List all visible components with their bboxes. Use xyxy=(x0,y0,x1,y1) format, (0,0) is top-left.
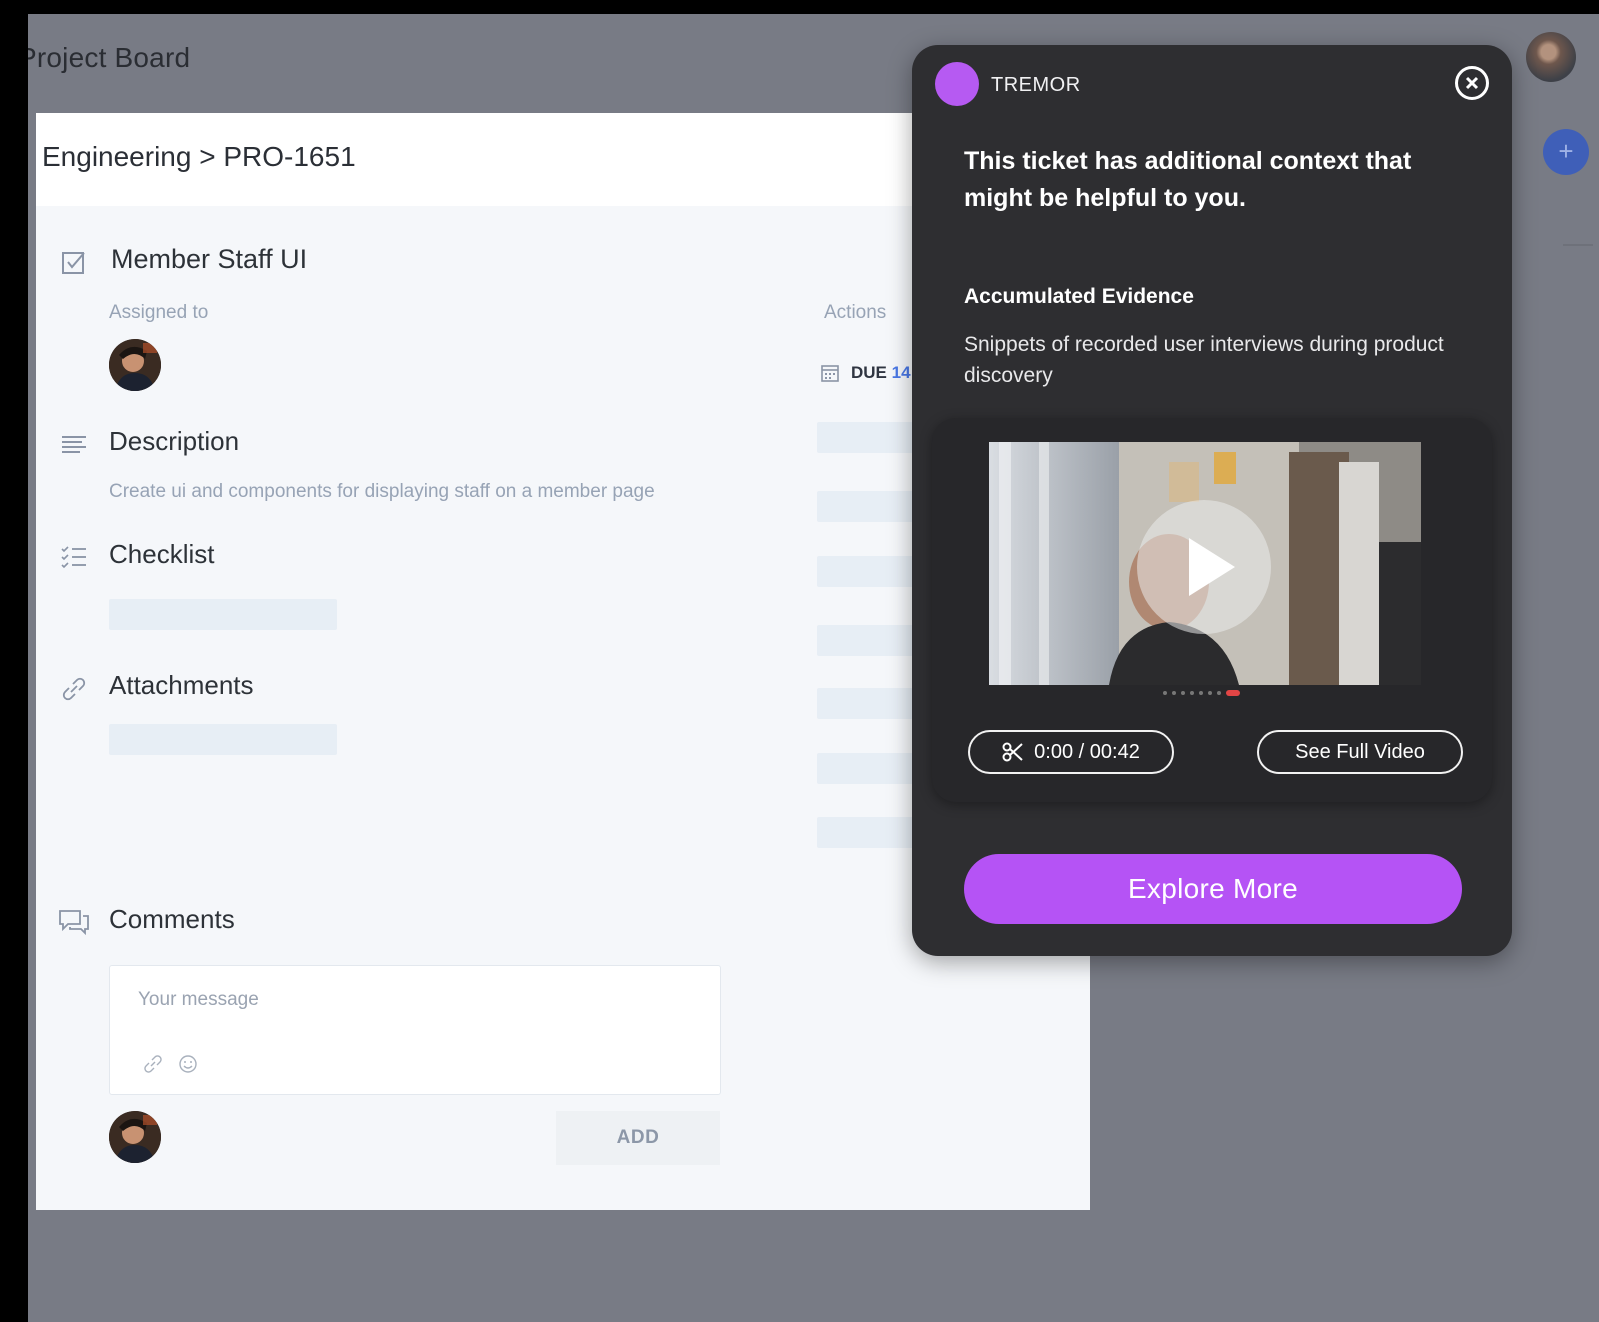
emoji-icon[interactable] xyxy=(178,1054,198,1074)
attach-icon[interactable] xyxy=(143,1054,163,1074)
checkbox-icon xyxy=(62,252,85,274)
checklist-icon xyxy=(61,546,86,569)
clip-time: 0:00 / 00:42 xyxy=(1034,740,1140,763)
evidence-description: Snippets of recorded user interviews dur… xyxy=(964,333,1444,387)
clip-time-button[interactable]: 0:00 / 00:42 xyxy=(968,730,1174,774)
tremor-panel: TREMOR This ticket has additional contex… xyxy=(912,45,1512,956)
actions-label: Actions xyxy=(824,302,887,323)
link-icon xyxy=(62,677,86,701)
ticket-title: Member Staff UI xyxy=(111,244,308,274)
tremor-headline: This ticket has additional context that … xyxy=(964,147,1412,212)
user-avatar[interactable] xyxy=(1526,32,1576,82)
tremor-logo xyxy=(935,62,979,106)
see-full-video-button[interactable]: See Full Video xyxy=(1257,730,1463,774)
action-placeholder xyxy=(817,491,917,522)
assignee-avatar[interactable] xyxy=(109,339,161,391)
video-card: 0:00 / 00:42 See Full Video xyxy=(932,418,1492,802)
calendar-icon xyxy=(821,365,839,382)
video-player[interactable] xyxy=(989,442,1421,685)
due-date[interactable]: DUE 14 xyxy=(851,363,911,383)
play-button[interactable] xyxy=(1137,500,1271,634)
close-icon xyxy=(1465,76,1479,90)
assigned-label: Assigned to xyxy=(109,302,209,323)
action-placeholder xyxy=(817,753,917,784)
description-icon xyxy=(62,436,86,453)
comment-input[interactable] xyxy=(136,988,700,1012)
comments-icon xyxy=(59,910,89,936)
description-title: Description xyxy=(109,426,240,456)
action-placeholder xyxy=(817,625,917,656)
checklist-placeholder xyxy=(109,599,337,630)
commenter-avatar xyxy=(109,1111,161,1163)
video-progress[interactable] xyxy=(1162,690,1242,696)
comments-title: Comments xyxy=(109,904,235,934)
action-placeholder xyxy=(817,556,917,587)
attachments-title: Attachments xyxy=(109,670,254,700)
comment-box[interactable] xyxy=(109,965,721,1095)
app-window: Project Board + Engineering > PRO-1651 M… xyxy=(28,14,1599,1322)
action-placeholder xyxy=(817,817,917,848)
action-placeholder xyxy=(817,422,917,453)
checklist-title: Checklist xyxy=(109,539,215,569)
tremor-brand: TREMOR xyxy=(991,74,1081,96)
board-title: Project Board xyxy=(28,42,191,73)
add-comment-button[interactable]: ADD xyxy=(556,1111,720,1165)
evidence-title: Accumulated Evidence xyxy=(964,285,1194,308)
attachment-placeholder xyxy=(109,724,337,755)
close-button[interactable] xyxy=(1455,66,1489,100)
scissors-icon xyxy=(1002,742,1023,762)
add-icon[interactable]: + xyxy=(1543,129,1589,175)
divider xyxy=(1563,244,1593,246)
action-placeholder xyxy=(817,688,917,719)
breadcrumb: Engineering > PRO-1651 xyxy=(42,141,356,172)
explore-more-button[interactable]: Explore More xyxy=(964,854,1462,924)
description-text[interactable]: Create ui and components for displaying … xyxy=(109,481,655,503)
